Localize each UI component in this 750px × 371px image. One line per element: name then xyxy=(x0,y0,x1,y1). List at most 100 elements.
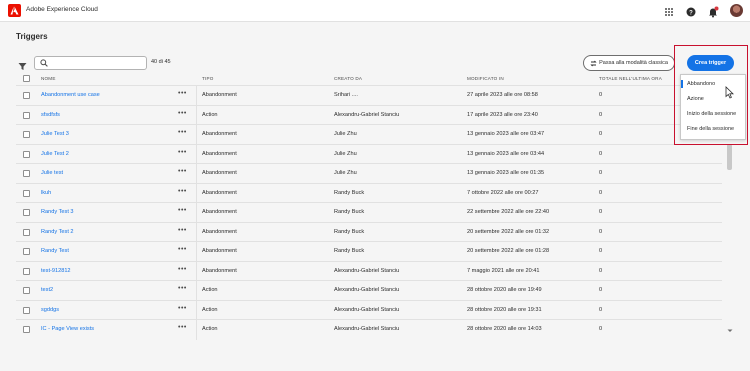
app-title: Adobe Experience Cloud xyxy=(26,6,98,13)
column-divider xyxy=(196,261,197,281)
trigger-modified: 27 aprile 2023 alle ore 08:58 xyxy=(467,92,538,98)
trigger-name-link[interactable]: test-912812 xyxy=(41,268,71,274)
trigger-modified: 28 ottobre 2020 alle ore 19:31 xyxy=(467,306,542,313)
table-row[interactable]: Abandonment use case ••• Abandonment Sri… xyxy=(16,85,722,106)
row-checkbox[interactable] xyxy=(23,92,30,99)
more-icon[interactable]: ••• xyxy=(178,110,187,117)
avatar[interactable] xyxy=(730,4,743,17)
menu-item-session-start[interactable]: Inizio della sessione xyxy=(687,111,736,117)
table-row[interactable]: Randy Test 3 ••• Abandonment Randy Buck … xyxy=(16,202,722,223)
trigger-total: 0 xyxy=(599,248,603,254)
create-trigger-label: Crea trigger xyxy=(694,60,727,66)
create-trigger-button[interactable]: Crea trigger xyxy=(687,55,734,71)
trigger-name-link[interactable]: IC - Page View exists xyxy=(41,326,94,332)
trigger-name-link[interactable]: Julie Test 2 xyxy=(41,151,69,157)
table-row[interactable]: Julie Test 2 ••• Abandonment Julie Zhu 1… xyxy=(16,143,722,164)
table-row[interactable]: Randy Test 2 ••• Abandonment Randy Buck … xyxy=(16,221,722,242)
trigger-total: 0 xyxy=(599,209,603,215)
table-row[interactable]: test-912812 ••• Abandonment Alexandru-Ga… xyxy=(16,260,722,281)
trigger-creator: Alexandru-Gabriel Stanciu xyxy=(334,267,400,274)
menu-focus-indicator xyxy=(681,80,683,88)
trigger-name-link[interactable]: sgddgs xyxy=(41,307,59,313)
more-icon[interactable]: ••• xyxy=(178,168,187,175)
trigger-type: Abandonment xyxy=(202,170,237,176)
trigger-name-link[interactable]: Abandonment use case xyxy=(41,92,100,98)
column-divider xyxy=(196,281,197,301)
trigger-modified: 20 settembre 2022 alle ore 01:32 xyxy=(467,228,550,235)
row-checkbox[interactable] xyxy=(23,170,30,177)
classic-mode-button[interactable]: Passa alla modalità classica xyxy=(583,55,675,71)
column-type[interactable]: TIPO xyxy=(202,76,214,81)
column-divider xyxy=(196,320,197,340)
trigger-modified: 28 ottobre 2020 alle ore 14:03 xyxy=(467,326,542,332)
trigger-type: Abandonment xyxy=(202,189,237,196)
table-row[interactable]: lkuh ••• Abandonment Randy Buck 7 ottobr… xyxy=(16,182,722,203)
row-checkbox[interactable] xyxy=(23,131,30,138)
row-checkbox[interactable] xyxy=(23,228,30,236)
more-icon[interactable]: ••• xyxy=(178,266,187,273)
row-checkbox[interactable] xyxy=(23,209,30,216)
more-icon[interactable]: ••• xyxy=(178,305,187,312)
more-icon[interactable]: ••• xyxy=(178,285,187,292)
column-total[interactable]: TOTALE NELL'ULTIMA ORA xyxy=(599,76,662,81)
column-created-by[interactable]: CREATO DA xyxy=(334,76,362,81)
more-icon[interactable]: ••• xyxy=(178,324,187,331)
table-row[interactable]: Julie Test 3 ••• Abandonment Julie Zhu 1… xyxy=(16,124,722,145)
trigger-name-link[interactable]: Randy Test xyxy=(41,248,69,254)
table-row[interactable]: test2 ••• Action Alexandru-Gabriel Stanc… xyxy=(16,280,722,301)
triggers-table: Abandonment use case ••• Abandonment Sri… xyxy=(16,85,722,340)
trigger-name-link[interactable]: lkuh xyxy=(41,190,51,196)
column-name[interactable]: NOME xyxy=(41,76,56,81)
trigger-modified: 13 gennaio 2023 alle ore 03:47 xyxy=(467,131,545,137)
apps-grid-icon[interactable] xyxy=(663,5,675,17)
column-divider xyxy=(196,105,197,125)
more-icon[interactable]: ••• xyxy=(178,188,187,195)
row-checkbox[interactable] xyxy=(23,150,30,158)
row-checkbox[interactable] xyxy=(23,248,30,255)
trigger-name-link[interactable]: test2 xyxy=(41,287,53,293)
trigger-total: 0 xyxy=(599,189,603,196)
more-icon[interactable]: ••• xyxy=(178,149,187,156)
trigger-name-link[interactable]: Julie Test 3 xyxy=(41,131,69,137)
trigger-name-link[interactable]: Randy Test 2 xyxy=(41,229,74,235)
more-icon[interactable]: ••• xyxy=(178,90,187,97)
table-row[interactable]: sgddgs ••• Action Alexandru-Gabriel Stan… xyxy=(16,299,722,320)
bell-icon[interactable] xyxy=(707,5,719,18)
table-row[interactable]: Randy Test ••• Abandonment Randy Buck 20… xyxy=(16,241,722,262)
trigger-modified: 7 maggio 2021 alle ore 20:41 xyxy=(467,267,540,274)
trigger-name-link[interactable]: Randy Test 3 xyxy=(41,209,74,215)
trigger-name-link[interactable]: sfsdfsfs xyxy=(41,112,60,118)
trigger-creator: Alexandru-Gabriel Stanciu xyxy=(334,111,400,118)
menu-item-action[interactable]: Azione xyxy=(687,96,704,102)
column-modified[interactable]: MODIFICATO IN xyxy=(467,76,504,81)
table-row[interactable]: IC - Page View exists ••• Action Alexand… xyxy=(16,319,722,340)
menu-item-abandonment[interactable]: Abbandono xyxy=(687,81,715,87)
row-checkbox[interactable] xyxy=(23,287,30,294)
more-icon[interactable]: ••• xyxy=(178,207,187,214)
trigger-total: 0 xyxy=(599,326,603,332)
trigger-creator: Randy Buck xyxy=(334,228,365,235)
help-icon[interactable]: ? xyxy=(685,5,697,17)
search-field[interactable] xyxy=(34,56,147,70)
search-input[interactable] xyxy=(51,58,143,68)
more-icon[interactable]: ••• xyxy=(178,227,187,234)
more-icon[interactable]: ••• xyxy=(178,246,187,253)
column-divider xyxy=(196,222,197,242)
row-checkbox[interactable] xyxy=(23,326,30,333)
more-icon[interactable]: ••• xyxy=(178,129,187,136)
row-checkbox[interactable] xyxy=(23,111,30,119)
scroll-thumb[interactable] xyxy=(727,144,732,170)
trigger-modified: 17 aprile 2023 alle ore 23:40 xyxy=(467,111,538,118)
trigger-type: Abandonment xyxy=(202,131,237,137)
scroll-down-icon[interactable] xyxy=(726,328,734,334)
select-all-checkbox[interactable] xyxy=(23,75,30,82)
table-row[interactable]: sfsdfsfs ••• Action Alexandru-Gabriel St… xyxy=(16,104,722,125)
adobe-logo-icon[interactable] xyxy=(8,4,21,17)
row-checkbox[interactable] xyxy=(23,267,30,275)
row-checkbox[interactable] xyxy=(23,306,30,314)
trigger-name-link[interactable]: Julie test xyxy=(41,170,63,176)
mouse-cursor-icon xyxy=(725,86,734,104)
row-checkbox[interactable] xyxy=(23,189,30,197)
table-row[interactable]: Julie test ••• Abandonment Julie Zhu 13 … xyxy=(16,163,722,184)
menu-item-session-end[interactable]: Fine della sessione xyxy=(687,126,734,132)
